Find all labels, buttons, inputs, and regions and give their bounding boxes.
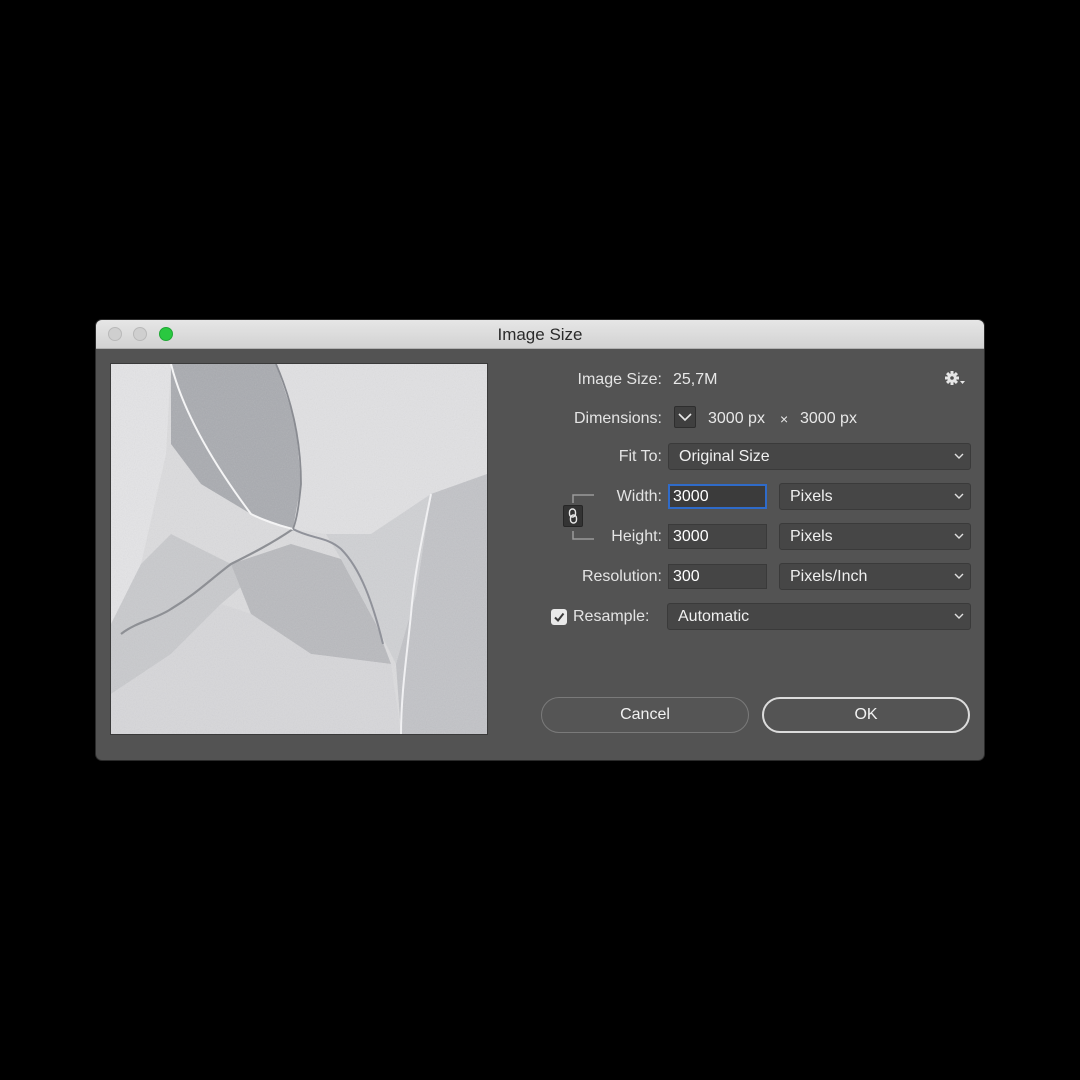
- link-icon: [568, 508, 578, 524]
- dimensions-height-value: 3000 px: [800, 410, 857, 427]
- image-size-label: Image Size:: [577, 371, 662, 388]
- resolution-label: Resolution:: [581, 568, 662, 585]
- width-unit-select[interactable]: Pixels: [779, 483, 971, 510]
- resample-label[interactable]: Resample:: [573, 608, 649, 626]
- width-input[interactable]: 3000: [668, 484, 767, 509]
- resolution-unit-value: Pixels/Inch: [790, 568, 868, 585]
- gear-icon: [945, 371, 965, 385]
- chevron-down-icon: [954, 533, 964, 539]
- fit-to-label: Fit To:: [618, 448, 662, 465]
- height-label: Height:: [611, 528, 662, 545]
- dimensions-label: Dimensions:: [573, 410, 662, 427]
- image-size-dialog: Image Size Image Size: 25,7M Dimensions:…: [96, 320, 984, 760]
- height-unit-select[interactable]: Pixels: [779, 523, 971, 550]
- dimensions-width-value: 3000 px: [708, 410, 765, 427]
- cancel-button[interactable]: Cancel: [541, 697, 749, 733]
- resample-method-value: Automatic: [678, 608, 750, 625]
- chevron-down-icon: [954, 493, 964, 499]
- image-size-value: 25,7M: [673, 371, 718, 388]
- fit-to-value: Original Size: [679, 448, 770, 465]
- checkmark-icon: [554, 612, 565, 623]
- chevron-down-icon: [954, 573, 964, 579]
- fit-to-select[interactable]: Original Size: [668, 443, 971, 470]
- resolution-input[interactable]: 300: [668, 564, 767, 589]
- resolution-unit-select[interactable]: Pixels/Inch: [779, 563, 971, 590]
- width-label: Width:: [616, 488, 662, 505]
- chevron-down-icon: [954, 613, 964, 619]
- height-unit-value: Pixels: [790, 528, 833, 545]
- constrain-proportions-button[interactable]: [563, 505, 583, 527]
- settings-gear-button[interactable]: [944, 370, 968, 388]
- ok-button[interactable]: OK: [762, 697, 970, 733]
- dimensions-units-toggle[interactable]: [674, 406, 696, 428]
- width-unit-value: Pixels: [790, 488, 833, 505]
- chevron-down-icon: [954, 453, 964, 459]
- resample-method-select[interactable]: Automatic: [667, 603, 971, 630]
- height-input[interactable]: 3000: [668, 524, 767, 549]
- chevron-down-icon: [678, 413, 692, 422]
- window-title: Image Size: [497, 325, 583, 344]
- resample-checkbox[interactable]: [551, 609, 567, 625]
- title-bar[interactable]: Image Size: [96, 320, 984, 349]
- dimensions-times-sign: ×: [780, 411, 789, 427]
